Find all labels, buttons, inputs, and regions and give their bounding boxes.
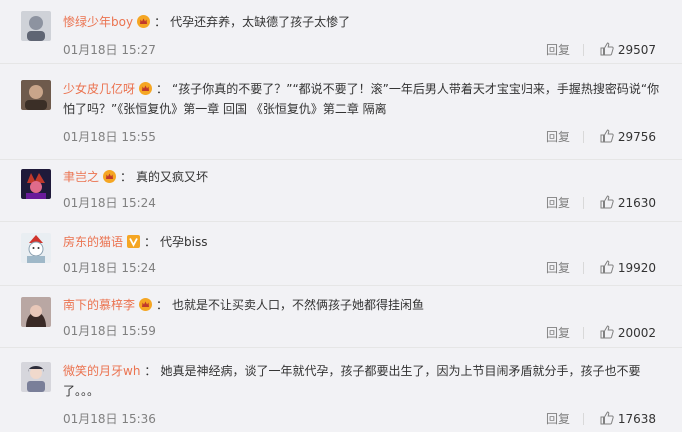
comment-item: 惨绿少年boy：代孕还弃养，太缺德了孩子太惨了 01月18日 15:27 回复 … [0, 0, 682, 64]
divider [583, 262, 584, 274]
comment-actions: 回复 19920 [0, 260, 656, 276]
comment-item: 少女皮几亿呀 ： “孩子你真的不要了？”“都说不要了！滚”一年后男人带着天才宝宝归来… [0, 64, 682, 160]
reply-button[interactable]: 回复 [546, 129, 570, 145]
comment-actions: 回复 29756 [0, 129, 656, 145]
avatar[interactable] [21, 11, 51, 41]
like-count: 19920 [617, 261, 656, 275]
comment-text: “孩子你真的不要了？”“都说不要了！滚”一年后男人带着天才宝宝归来，手握热搜密码… [63, 82, 660, 116]
crown-icon [103, 170, 117, 183]
comment-actions: 回复 20002 [0, 325, 656, 341]
comment-list: 惨绿少年boy：代孕还弃养，太缺德了孩子太惨了 01月18日 15:27 回复 … [0, 0, 682, 432]
comment-text: 代孕还弃养，太缺德了孩子太惨了 [170, 15, 351, 29]
crown-icon [137, 15, 151, 28]
thumbs-up-icon [600, 325, 614, 339]
colon: ： [156, 82, 169, 96]
colon: ： [144, 235, 157, 249]
comment-text: 真的又疯又坏 [136, 170, 209, 184]
comment-username[interactable]: 聿岂之 [63, 170, 99, 184]
thumbs-up-icon [600, 411, 614, 425]
colon: ： [120, 170, 133, 184]
like-count: 29756 [617, 130, 656, 144]
colon: ： [144, 364, 157, 378]
comment-item: 聿岂之：真的又疯又坏 01月18日 15:24 回复 21630 [0, 160, 682, 222]
divider [583, 131, 584, 143]
like-button[interactable]: 21630 [600, 195, 656, 211]
divider [583, 327, 584, 339]
colon: ： [156, 298, 169, 312]
comment-actions: 回复 29507 [0, 42, 656, 58]
avatar[interactable] [21, 233, 51, 263]
avatar[interactable] [21, 80, 51, 110]
like-count: 29507 [617, 43, 656, 57]
reply-button[interactable]: 回复 [546, 195, 570, 211]
comment-username[interactable]: 南下的慕梓李 [63, 298, 135, 312]
comment-text: 也就是不让买卖人口，不然俩孩子她都得挂闲鱼 [172, 298, 425, 312]
colon: ： [154, 15, 167, 29]
comment-actions: 回复 17638 [0, 411, 656, 427]
like-count: 20002 [617, 326, 656, 340]
comment-username[interactable]: 微笑的月牙wh [63, 364, 140, 378]
avatar[interactable] [21, 362, 51, 392]
comment-body: 南下的慕梓李 ：也就是不让买卖人口，不然俩孩子她都得挂闲鱼 [63, 295, 660, 315]
reply-button[interactable]: 回复 [546, 325, 570, 341]
thumbs-up-icon [600, 129, 614, 143]
like-button[interactable]: 19920 [600, 260, 656, 276]
comment-body: 房东的猫语 ：代孕biss [63, 232, 660, 252]
thumbs-up-icon [600, 260, 614, 274]
v-icon [127, 235, 141, 248]
like-button[interactable]: 29507 [600, 42, 656, 58]
like-button[interactable]: 20002 [600, 325, 656, 341]
comment-body: 微笑的月牙wh：她真是神经病，谈了一年就代孕，孩子都要出生了，因为上节目闹矛盾就… [63, 361, 660, 401]
divider [583, 197, 584, 209]
reply-button[interactable]: 回复 [546, 260, 570, 276]
thumbs-up-icon [600, 42, 614, 56]
crown-icon [139, 82, 153, 95]
comment-item: 南下的慕梓李：也就是不让买卖人口，不然俩孩子她都得挂闲鱼 01月18日 15:5… [0, 286, 682, 348]
crown-icon [139, 298, 153, 311]
reply-button[interactable]: 回复 [546, 411, 570, 427]
avatar[interactable] [21, 297, 51, 327]
divider [583, 413, 584, 425]
like-count: 21630 [617, 196, 656, 210]
like-button[interactable]: 29756 [600, 129, 656, 145]
like-count: 17638 [617, 412, 656, 426]
comment-username[interactable]: 惨绿少年boy [63, 15, 133, 29]
comment-item: 房东的猫语：代孕biss 01月18日 15:24 回复 19920 [0, 222, 682, 286]
reply-button[interactable]: 回复 [546, 42, 570, 58]
comment-body: 聿岂之 ：真的又疯又坏 [63, 167, 660, 187]
thumbs-up-icon [600, 195, 614, 209]
divider [583, 44, 584, 56]
comment-body: 惨绿少年boy ：代孕还弃养，太缺德了孩子太惨了 [63, 12, 660, 32]
comment-text: 代孕biss [160, 235, 208, 249]
comment-username[interactable]: 房东的猫语 [63, 235, 123, 249]
comment-item: 微笑的月牙wh：她真是神经病，谈了一年就代孕，孩子都要出生了，因为上节目闹矛盾就… [0, 348, 682, 432]
comment-username[interactable]: 少女皮几亿呀 [63, 82, 135, 96]
comment-actions: 回复 21630 [0, 195, 656, 211]
like-button[interactable]: 17638 [600, 411, 656, 427]
comment-body: 少女皮几亿呀 ： “孩子你真的不要了？”“都说不要了！滚”一年后男人带着天才宝宝归来… [63, 79, 660, 119]
